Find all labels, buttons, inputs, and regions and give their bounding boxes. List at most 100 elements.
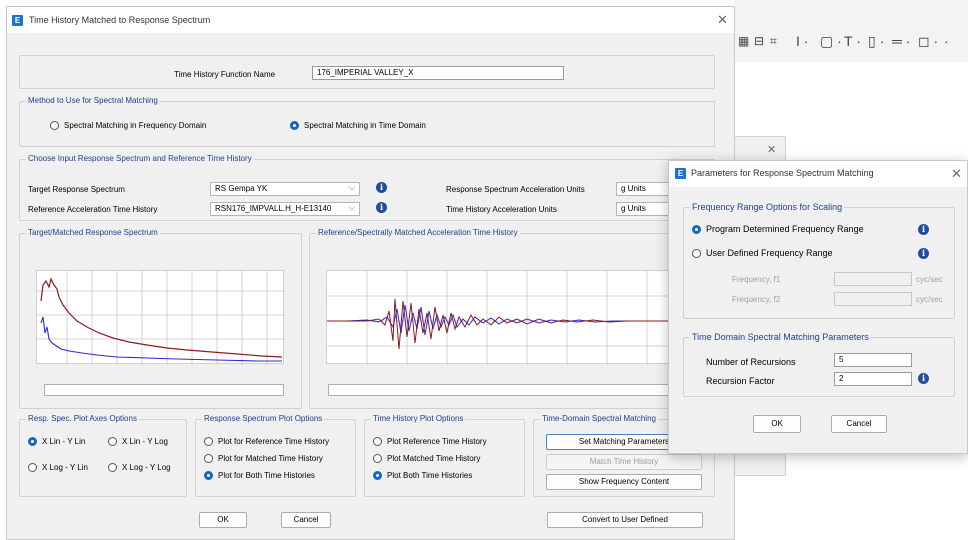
info-icon[interactable]: i [918, 248, 929, 259]
chevron-down-icon: ⌵ [348, 203, 355, 212]
radio-label: Plot Both Time Histories [387, 471, 473, 480]
f2-input[interactable] [834, 292, 912, 306]
method-group: Method to Use for Spectral Matching Spec… [19, 96, 715, 147]
params-ok-button[interactable]: OK [753, 415, 801, 433]
radio-xlog-ylog[interactable]: X Log - Y Log [108, 463, 171, 472]
history-reference-line [327, 298, 699, 350]
radio-label: Plot Matched Time History [387, 454, 481, 463]
spectrum-scrollbar[interactable] [44, 384, 284, 396]
history-plot-title: Reference/Spectrally Matched Acceleratio… [316, 228, 520, 237]
radio-th-matched[interactable]: Plot Matched Time History [373, 454, 480, 463]
cancel-button[interactable]: Cancel [281, 512, 331, 528]
radio-time-domain[interactable]: Spectral Matching in Time Domain [290, 121, 426, 130]
radio-xlin-ylin[interactable]: X Lin - Y Lin [28, 437, 85, 446]
text-cursor-icon[interactable]: ⊟ [754, 34, 764, 48]
inner-close-icon[interactable]: ✕ [767, 143, 776, 156]
radio-user-defined[interactable]: User Defined Frequency Range [692, 248, 833, 258]
history-svg [327, 271, 699, 365]
radio-label: X Lin - Y Log [122, 437, 168, 446]
radio-dot [692, 224, 701, 234]
select-value: RS Gempa YK [215, 184, 268, 193]
f1-unit: cyc/sec [916, 275, 943, 284]
method-group-title: Method to Use for Spectral Matching [26, 96, 160, 105]
th-plot-options-title: Time History Plot Options [371, 414, 466, 423]
radio-rs-both[interactable]: Plot for Both Time Histories [204, 471, 315, 480]
info-icon[interactable]: i [918, 224, 929, 235]
info-icon[interactable]: i [918, 373, 929, 384]
radio-dot [28, 437, 37, 446]
freq-range-title: Frequency Range Options for Scaling [690, 202, 845, 212]
frame-icon[interactable]: ⌗ [770, 34, 777, 49]
radio-dot [373, 437, 382, 446]
reference-history-select[interactable]: RSN176_IMPVALL.H_H-E13140 ⌵ [210, 202, 360, 216]
reference-history-label: Reference Acceleration Time History [28, 205, 158, 214]
radio-rs-reference[interactable]: Plot for Reference Time History [204, 437, 329, 446]
th-plot-options-group: Time History Plot Options Plot Reference… [364, 414, 525, 497]
radio-label: Spectral Matching in Time Domain [304, 121, 426, 130]
td-matching-title: Time-Domain Spectral Matching [540, 414, 658, 423]
info-icon[interactable]: i [376, 202, 387, 213]
rs-plot-options-group: Response Spectrum Plot Options Plot for … [195, 414, 356, 497]
app-icon: E [675, 168, 686, 179]
axes-options-title: Resp. Spec. Plot Axes Options [26, 414, 139, 423]
params-cancel-button[interactable]: Cancel [831, 415, 887, 433]
radio-dot [108, 463, 117, 472]
radio-dot [290, 121, 299, 130]
f1-input[interactable] [834, 272, 912, 286]
rs-units-select[interactable]: g Units [616, 182, 676, 196]
ok-button[interactable]: OK [199, 512, 247, 528]
title-bar: E Time History Matched to Response Spect… [7, 7, 734, 33]
history-plot [326, 270, 699, 365]
target-spectrum-label: Target Response Spectrum [28, 185, 125, 194]
params-close-icon[interactable]: ✕ [951, 166, 962, 182]
radio-frequency-domain[interactable]: Spectral Matching in Frequency Domain [50, 121, 206, 130]
radio-dot [204, 454, 213, 463]
tee-icon[interactable]: T · [844, 33, 861, 49]
frame-section-icon[interactable]: ▯ · [868, 33, 884, 50]
f1-label: Frequency, f1 [732, 275, 781, 284]
target-spectrum-select[interactable]: RS Gempa YK ⌵ [210, 182, 360, 196]
function-name-group: Time History Function Name 176_IMPERIAL … [19, 55, 715, 89]
history-scrollbar[interactable] [328, 384, 698, 396]
radio-th-reference[interactable]: Plot Reference Time History [373, 437, 487, 446]
select-value: g Units [621, 204, 646, 213]
select-value: RSN176_IMPVALL.H_H-E13140 [215, 204, 332, 213]
close-icon[interactable]: ✕ [717, 12, 728, 28]
box-icon[interactable]: ▢ · [820, 33, 842, 50]
radio-label: Plot Reference Time History [387, 437, 487, 446]
chevron-down-icon: ⌵ [348, 183, 355, 192]
th-units-label: Time History Acceleration Units [446, 205, 557, 214]
radio-th-both[interactable]: Plot Both Time Histories [373, 471, 472, 480]
show-frequency-content-button[interactable]: Show Frequency Content [546, 474, 702, 490]
radio-label: Plot for Reference Time History [218, 437, 330, 446]
function-name-input[interactable]: 176_IMPERIAL VALLEY_X [312, 66, 564, 80]
params-title-bar: E Parameters for Response Spectrum Match… [669, 161, 967, 187]
params-dialog-title: Parameters for Response Spectrum Matchin… [691, 168, 874, 178]
history-grid [327, 271, 699, 365]
spectrum-plot-group: Target/Matched Response Spectrum [19, 228, 302, 409]
section-icon[interactable]: I · [796, 33, 808, 49]
more-icon[interactable]: · [944, 33, 949, 49]
parameters-dialog: E Parameters for Response Spectrum Match… [668, 160, 968, 454]
function-name-label: Time History Function Name [174, 70, 276, 79]
freq-range-group: Frequency Range Options for Scaling Prog… [683, 202, 955, 319]
spectrum-svg [37, 271, 285, 365]
radio-label: User Defined Frequency Range [706, 248, 833, 258]
app-icon: E [12, 15, 23, 26]
box2-icon[interactable]: ◻ · [918, 33, 938, 50]
input-group: Choose Input Response Spectrum and Refer… [19, 154, 715, 221]
convert-to-user-defined-button[interactable]: Convert to User Defined [547, 512, 703, 528]
radio-xlog-ylin[interactable]: X Log - Y Lin [28, 463, 88, 472]
th-units-select[interactable]: g Units [616, 202, 676, 216]
radio-rs-matched[interactable]: Plot for Matched Time History [204, 454, 323, 463]
info-icon[interactable]: i [376, 182, 387, 193]
td-params-group: Time Domain Spectral Matching Parameters… [683, 332, 955, 397]
line-style-icon[interactable]: ═ · [892, 33, 910, 49]
recursions-input[interactable]: 5 [834, 353, 912, 367]
radio-program-determined[interactable]: Program Determined Frequency Range [692, 224, 864, 234]
match-time-history-button[interactable]: Match Time History [546, 454, 702, 470]
recursion-factor-input[interactable]: 2 [834, 372, 912, 386]
radio-xlin-ylog[interactable]: X Lin - Y Log [108, 437, 168, 446]
td-params-title: Time Domain Spectral Matching Parameters [690, 332, 871, 342]
grid-icon[interactable]: ▦ [738, 34, 749, 48]
